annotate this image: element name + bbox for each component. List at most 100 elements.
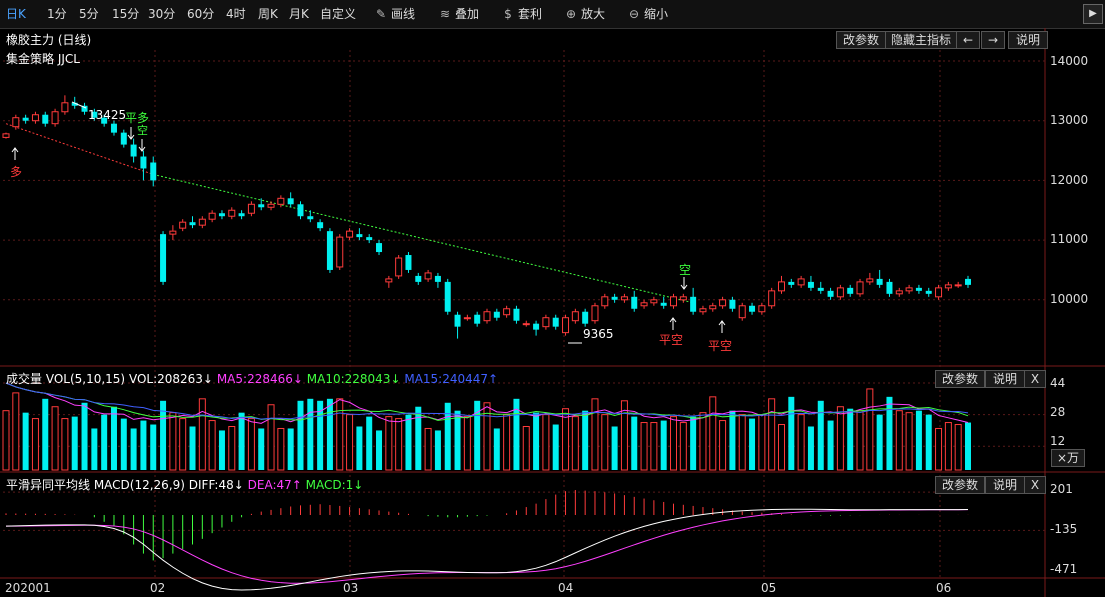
candle-body: [2, 133, 10, 138]
candle-body: [533, 323, 540, 330]
volume-bar: [915, 410, 922, 470]
macd-close-button[interactable]: X: [1024, 476, 1046, 494]
volume-bar: [415, 406, 422, 470]
candle-body: [42, 114, 49, 124]
macd-yaxis-201: 201: [1050, 482, 1073, 496]
volume-bar: [2, 410, 10, 471]
volume-bar: [670, 416, 678, 471]
volume-bar: [366, 416, 373, 470]
candle-body: [758, 305, 766, 313]
macd-yaxis-neg135: -135: [1050, 522, 1078, 536]
xaxis-label-202001: 202001: [5, 581, 51, 595]
candle-body: [61, 102, 69, 113]
volume-bar: [376, 430, 383, 470]
volume-bar: [876, 414, 883, 470]
candle-body: [699, 308, 707, 313]
candle-body: [895, 290, 903, 295]
volume-bar: [71, 416, 78, 470]
candle-body: [797, 278, 805, 286]
candle-body: [463, 317, 471, 320]
candle-body: [238, 213, 245, 217]
candle-body: [591, 305, 599, 322]
main-yaxis-10000: 10000: [1050, 292, 1089, 306]
volume-ma10: MA10:228043↓: [306, 372, 401, 386]
volume-bar: [22, 412, 29, 470]
next-button[interactable]: →: [981, 31, 1005, 49]
volume-unit-badge: ×万: [1051, 449, 1085, 467]
candle-body: [827, 290, 834, 297]
volume-bar: [522, 426, 530, 471]
candle-body: [179, 221, 187, 229]
candle-body: [513, 308, 520, 321]
volume-bar: [965, 422, 971, 470]
candle-body: [247, 203, 255, 214]
volume-bar: [827, 420, 834, 470]
candle-body: [915, 287, 922, 291]
volume-bar: [267, 404, 275, 471]
candle-body: [660, 302, 667, 306]
candle-body: [51, 111, 59, 125]
candle-body: [954, 284, 962, 287]
volume-bar: [817, 400, 824, 470]
volume-legend: 成交量 VOL(5,10,15) VOL:208263↓ MA5:228466↓…: [6, 370, 498, 387]
main-params-button[interactable]: 改参数: [836, 31, 886, 49]
candle-body: [925, 290, 932, 294]
xaxis-label-02: 02: [150, 581, 166, 595]
candle-body: [866, 278, 874, 283]
prev-button[interactable]: ←: [956, 31, 980, 49]
candle-body: [788, 281, 795, 285]
candle-body: [434, 275, 441, 282]
volume-bar: [611, 426, 618, 470]
candle-body: [130, 144, 137, 157]
hide-main-indicator-button[interactable]: 隐藏主指标: [885, 31, 957, 49]
candle-body: [522, 323, 530, 326]
volume-bar: [749, 418, 756, 470]
candle-body: [160, 234, 167, 282]
volume-bar: [768, 398, 776, 471]
candle-body: [258, 204, 265, 208]
candle-body: [709, 305, 717, 310]
volume-bar: [228, 426, 236, 471]
candle-body: [307, 216, 314, 220]
short-signal-label-2: 空: [679, 263, 692, 277]
candle-body: [454, 314, 461, 327]
candle-body: [22, 117, 29, 121]
macd-value: MACD:1↓: [305, 478, 364, 492]
volume-title: 成交量 VOL(5,10,15): [6, 372, 126, 386]
volume-bar: [719, 420, 727, 471]
volume-bar: [944, 422, 952, 471]
volume-bar: [140, 420, 147, 470]
volume-bar: [258, 428, 265, 470]
volume-bar: [120, 418, 127, 470]
volume-bar: [591, 398, 599, 471]
candle-body: [228, 209, 236, 217]
volume-bar: [601, 414, 609, 471]
candle-body: [287, 198, 294, 205]
volume-bar: [434, 430, 441, 470]
xaxis-label-04: 04: [558, 581, 574, 595]
volume-bar: [218, 430, 225, 470]
volume-bar: [395, 418, 403, 471]
volume-bar: [454, 410, 461, 470]
main-yaxis-14000: 14000: [1050, 54, 1089, 68]
high-value-label: 13425: [88, 108, 127, 122]
volume-params-button[interactable]: 改参数: [935, 370, 985, 388]
candle-body: [552, 317, 559, 327]
volume-help-button[interactable]: 说明: [985, 370, 1025, 388]
volume-bar: [307, 398, 314, 470]
volume-bar: [405, 414, 412, 470]
candle-body: [719, 299, 727, 307]
volume-bar: [886, 396, 893, 470]
volume-bar: [758, 414, 766, 471]
main-help-button[interactable]: 说明: [1008, 31, 1048, 49]
volume-bar: [542, 414, 550, 471]
volume-bar: [61, 418, 69, 471]
volume-bar: [738, 414, 746, 471]
macd-params-button[interactable]: 改参数: [935, 476, 985, 494]
candle-body: [140, 156, 147, 169]
volume-bar: [326, 398, 333, 470]
macd-help-button[interactable]: 说明: [985, 476, 1025, 494]
volume-close-button[interactable]: X: [1024, 370, 1046, 388]
volume-bar: [503, 414, 511, 471]
candle-body: [415, 275, 422, 282]
